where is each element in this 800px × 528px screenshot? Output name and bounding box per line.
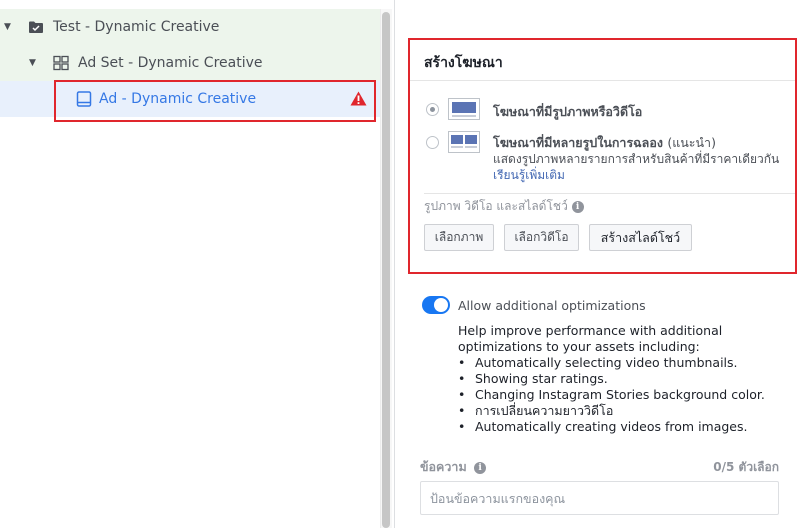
primary-text-label: ข้อความ i	[420, 457, 487, 477]
primary-text-label-text: ข้อความ	[420, 459, 467, 474]
card-divider	[410, 80, 795, 81]
primary-text-input[interactable]	[420, 481, 779, 515]
list-item: การเปลี่ยนความยาววิดีโอ	[458, 403, 798, 419]
folder-icon	[28, 20, 44, 34]
carousel-format-icon[interactable]	[448, 131, 480, 153]
option-multi-title-text: โฆษณาที่มีหลายรูปในการฉลอง	[493, 135, 663, 150]
tree-item-adset[interactable]: ▼ Ad Set - Dynamic Creative	[0, 45, 380, 81]
ad-editor-panel: สร้างโฆษณา โฆษณาที่มีรูปภาพหรือวิดีโอ โฆ…	[395, 0, 800, 528]
list-item: Changing Instagram Stories background co…	[458, 387, 798, 403]
radio-single-media[interactable]	[426, 103, 439, 116]
caret-down-icon[interactable]: ▼	[4, 22, 14, 32]
select-video-button[interactable]: เลือกวิดีโอ	[504, 224, 579, 251]
create-slideshow-button[interactable]: สร้างสไลด์โชว์	[589, 224, 692, 251]
media-label-text: รูปภาพ วิดีโอ และสไลด์โชว์	[424, 199, 568, 213]
media-section-label: รูปภาพ วิดีโอ และสไลด์โชว์ i	[424, 197, 584, 216]
grid-icon	[53, 55, 69, 71]
list-item: Showing star ratings.	[458, 371, 798, 387]
option-single-title[interactable]: โฆษณาที่มีรูปภาพหรือวิดีโอ	[493, 102, 642, 122]
radio-multi-media[interactable]	[426, 136, 439, 149]
optimizations-help: Help improve performance with additional…	[458, 323, 798, 435]
optimizations-toggle-label: Allow additional optimizations	[458, 298, 646, 313]
adset-name: Ad Set - Dynamic Creative	[78, 55, 263, 71]
optimizations-help-intro: Help improve performance with additional…	[458, 323, 723, 354]
list-item: Automatically selecting video thumbnails…	[458, 355, 798, 371]
select-image-button[interactable]: เลือกภาพ	[424, 224, 494, 251]
single-image-format-icon[interactable]	[448, 98, 480, 120]
info-icon[interactable]: i	[571, 200, 584, 213]
optimizations-list: Automatically selecting video thumbnails…	[458, 355, 798, 435]
recommended-tag: (แนะนำ)	[667, 135, 716, 150]
info-icon[interactable]: i	[474, 461, 487, 474]
campaign-name: Test - Dynamic Creative	[53, 19, 220, 35]
card-divider-media	[424, 193, 795, 194]
highlight-box-ad	[54, 80, 376, 122]
campaign-tree: ▼ Test - Dynamic Creative ▼ Ad Set - Dyn…	[0, 0, 380, 528]
optimizations-toggle[interactable]	[422, 296, 450, 314]
create-ad-title: สร้างโฆษณา	[424, 55, 503, 71]
learn-more-link[interactable]: เรียนรู้เพิ่มเติม	[493, 166, 565, 185]
primary-text-counter: 0/5 ตัวเลือก	[713, 460, 779, 474]
list-item: Automatically creating videos from image…	[458, 419, 798, 435]
create-ad-card: สร้างโฆษณา โฆษณาที่มีรูปภาพหรือวิดีโอ โฆ…	[408, 38, 797, 274]
caret-down-icon[interactable]: ▼	[29, 58, 39, 68]
tree-item-campaign[interactable]: ▼ Test - Dynamic Creative	[0, 9, 380, 45]
tree-scroll-thumb[interactable]	[382, 12, 390, 528]
